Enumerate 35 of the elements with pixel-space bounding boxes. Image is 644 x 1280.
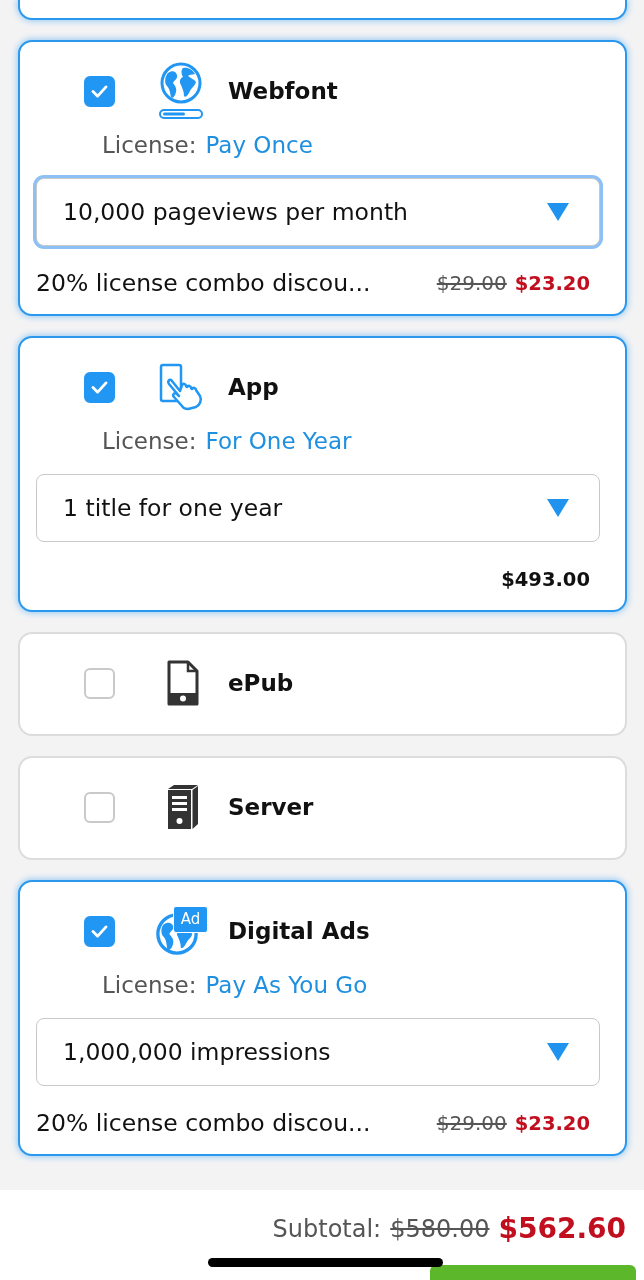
product-name: ePub: [228, 670, 294, 696]
tablet-document-icon: [166, 660, 200, 706]
original-price: $29.00: [436, 1111, 507, 1135]
checkbox[interactable]: [84, 791, 115, 823]
price: $23.20: [514, 271, 590, 295]
license-label: License:: [102, 972, 197, 998]
discount-text: 20% license combo discou...: [36, 269, 371, 297]
caret-icon: [547, 203, 569, 221]
caret-icon: [547, 499, 569, 517]
original-price: $29.00: [436, 271, 507, 295]
original-subtotal: $580.00: [390, 1214, 490, 1243]
product-name: Digital Ads: [228, 918, 370, 944]
product-name: Webfont: [228, 78, 338, 104]
checkmark-icon: [91, 924, 108, 938]
license-label: License:: [102, 428, 197, 454]
server-tower-icon: [166, 784, 200, 830]
globe-icon: [158, 62, 204, 120]
dropdown[interactable]: 1,000,000 impressions: [36, 1018, 600, 1086]
subtotal-label: Subtotal:: [272, 1214, 382, 1243]
subtotal-price: $562.60: [498, 1212, 626, 1245]
price: $23.20: [514, 1111, 590, 1135]
caret-icon: [547, 1043, 569, 1061]
checkbox[interactable]: [84, 915, 115, 947]
product-name: App: [228, 374, 279, 400]
checkbox[interactable]: [84, 371, 115, 403]
checkmark-icon: [91, 380, 108, 394]
dropdown[interactable]: 10,000 pageviews per month: [36, 178, 600, 246]
price: $493.00: [501, 567, 590, 591]
product-name: Server: [228, 794, 314, 820]
checkbox[interactable]: [84, 667, 115, 699]
license-label: License:: [102, 132, 197, 158]
dropdown[interactable]: 1 title for one year: [36, 474, 600, 542]
discount-text: 20% license combo discou...: [36, 1109, 371, 1137]
checkbox[interactable]: [84, 75, 115, 107]
checkmark-icon: [91, 84, 108, 98]
